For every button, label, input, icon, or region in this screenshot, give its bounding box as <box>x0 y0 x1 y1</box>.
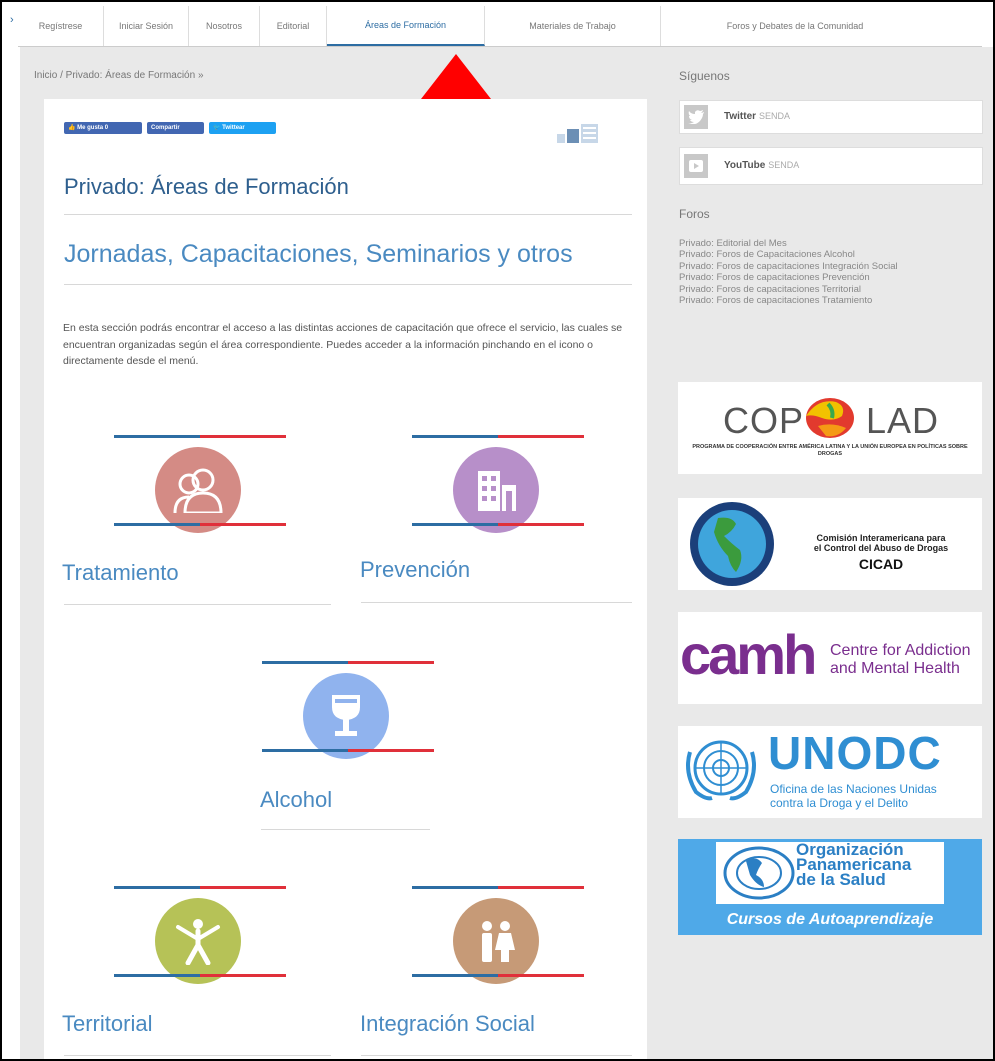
cicad-name: Comisión Interamericana para el Control … <box>786 533 976 553</box>
area-bottom-line <box>114 523 286 526</box>
area-top-line <box>412 435 584 438</box>
browser-frame: › Regístrese Iniciar Sesión Nosotros Edi… <box>0 0 995 1061</box>
divider <box>361 602 632 603</box>
divider <box>64 284 632 285</box>
siguenos-heading: Síguenos <box>679 69 730 83</box>
page-subtitle: Jornadas, Capacitaciones, Seminarios y o… <box>64 240 573 268</box>
area-label-alcohol[interactable]: Alcohol <box>260 787 332 813</box>
page-description: En esta sección podrás encontrar el acce… <box>63 322 623 368</box>
unodc-line-2: contra la Droga y el Delito <box>770 796 909 810</box>
camh-line-2: and Mental Health <box>830 660 960 677</box>
tab-editorial[interactable]: Editorial <box>260 6 327 46</box>
thumbs-up-icon: 👍 <box>68 125 78 131</box>
foros-heading: Foros <box>679 207 710 221</box>
area-top-line <box>412 886 584 889</box>
area-top-line <box>114 886 286 889</box>
text-size-icon[interactable] <box>557 123 619 143</box>
family-icon[interactable] <box>453 898 539 984</box>
camh-logo[interactable]: camh Centre for Addiction and Mental Hea… <box>678 612 982 704</box>
area-tile-tratamiento[interactable] <box>114 435 286 533</box>
camh-line-1: Centre for Addiction <box>830 642 971 659</box>
social-name: YouTube <box>724 160 766 171</box>
area-tile-prevencion[interactable] <box>412 435 584 533</box>
area-label-territorial[interactable]: Territorial <box>62 1011 152 1037</box>
cicad-line-1: Comisión Interamericana para <box>816 533 946 543</box>
copolad-right-text: LAD <box>866 400 940 441</box>
area-tile-alcohol[interactable] <box>262 661 434 759</box>
people-icon[interactable] <box>155 447 241 533</box>
main-content: 👍 Me gusta 0 Compartir 🐦 Twittear Privad… <box>44 99 647 1059</box>
foro-link[interactable]: Privado: Foros de Capacitaciones Alcohol <box>679 249 979 260</box>
area-bottom-line <box>412 523 584 526</box>
area-top-line <box>262 661 434 664</box>
social-handle: SENDA <box>768 160 800 170</box>
wine-glass-icon[interactable] <box>303 673 389 759</box>
tab-nosotros[interactable]: Nosotros <box>189 6 260 46</box>
area-tile-integracion-social[interactable] <box>412 886 584 984</box>
tab-areas-de-formacion[interactable]: Áreas de Formación <box>327 6 485 46</box>
like-button[interactable]: 👍 Me gusta 0 <box>64 122 142 134</box>
area-bottom-line <box>114 974 286 977</box>
building-icon[interactable] <box>453 447 539 533</box>
tab-materiales-de-trabajo[interactable]: Materiales de Trabajo <box>485 6 661 46</box>
un-emblem-icon <box>686 740 756 801</box>
cicad-line-2: el Control del Abuso de Drogas <box>813 543 949 553</box>
breadcrumb[interactable]: Inicio / Privado: Áreas de Formación » <box>34 70 204 81</box>
area-bottom-line <box>412 974 584 977</box>
ops-footer: Cursos de Autoaprendizaje <box>726 911 934 928</box>
person-icon[interactable] <box>155 898 241 984</box>
area-top-line <box>114 435 286 438</box>
unodc-line-1: Oficina de las Naciones Unidas <box>770 782 937 796</box>
social-youtube[interactable]: YouTube SENDA <box>679 147 983 185</box>
camh-name: Centre for Addiction and Mental Health <box>830 642 971 678</box>
foro-link[interactable]: Privado: Editorial del Mes <box>679 238 979 249</box>
nav-edge-icon: › <box>10 14 14 26</box>
tab-foros-y-debates[interactable]: Foros y Debates de la Comunidad <box>661 6 929 46</box>
area-tile-territorial[interactable] <box>114 886 286 984</box>
share-button[interactable]: Compartir <box>147 122 204 134</box>
social-handle: SENDA <box>759 111 791 121</box>
ops-globe-icon <box>723 846 795 900</box>
tab-iniciar-sesion[interactable]: Iniciar Sesión <box>104 6 189 46</box>
area-bottom-line <box>262 749 434 752</box>
ops-name: Organización Panamericana de la Salud <box>796 841 911 889</box>
foro-link[interactable]: Privado: Foros de capacitaciones Prevenc… <box>679 272 979 283</box>
page-title: Privado: Áreas de Formación <box>64 174 349 199</box>
foros-list: Privado: Editorial del Mes Privado: Foro… <box>679 238 979 306</box>
copolad-tagline: PROGRAMA DE COOPERACIÓN ENTRE AMÉRICA LA… <box>692 444 968 457</box>
area-label-prevencion[interactable]: Prevención <box>360 557 470 583</box>
divider <box>361 1055 632 1056</box>
foro-link[interactable]: Privado: Foros de capacitaciones Integra… <box>679 261 979 272</box>
twitter-bird-icon: 🐦 <box>213 125 223 131</box>
copolad-logo[interactable]: COP LAD PROGRAMA DE COOPERACIÓN ENTRE AM… <box>678 382 982 474</box>
unodc-logo[interactable]: UNODC Oficina de las Naciones Unidas con… <box>678 726 982 818</box>
social-name: Twitter <box>724 111 757 122</box>
divider <box>64 1055 331 1056</box>
camh-short: camh <box>680 623 817 686</box>
tab-registrese[interactable]: Regístrese <box>18 6 104 46</box>
copolad-globe-icon <box>806 398 854 438</box>
share-buttons: 👍 Me gusta 0 Compartir 🐦 Twittear <box>64 122 276 134</box>
ops-line-3: de la Salud <box>796 870 886 889</box>
twitter-icon <box>684 105 708 129</box>
foro-link[interactable]: Privado: Foros de capacitaciones Territo… <box>679 284 979 295</box>
ops-logo[interactable]: Organización Panamericana de la Salud Cu… <box>678 839 982 935</box>
youtube-icon <box>684 154 708 178</box>
cicad-globe-icon <box>690 502 774 586</box>
divider <box>261 829 430 830</box>
cicad-acronym: CICAD <box>858 556 904 572</box>
divider <box>64 604 331 605</box>
cicad-logo[interactable]: Comisión Interamericana para el Control … <box>678 498 982 590</box>
foro-link[interactable]: Privado: Foros de capacitaciones Tratami… <box>679 295 979 306</box>
unodc-name: Oficina de las Naciones Unidas contra la… <box>770 782 937 810</box>
social-twitter[interactable]: Twitter SENDA <box>679 100 983 134</box>
divider <box>64 214 632 215</box>
unodc-acronym: UNODC <box>768 727 942 779</box>
main-nav: › Regístrese Iniciar Sesión Nosotros Edi… <box>10 6 982 47</box>
tweet-button[interactable]: 🐦 Twittear <box>209 122 276 134</box>
area-label-tratamiento[interactable]: Tratamiento <box>62 560 179 586</box>
copolad-left-text: COP <box>723 400 805 441</box>
area-label-integracion-social[interactable]: Integración Social <box>360 1011 535 1037</box>
